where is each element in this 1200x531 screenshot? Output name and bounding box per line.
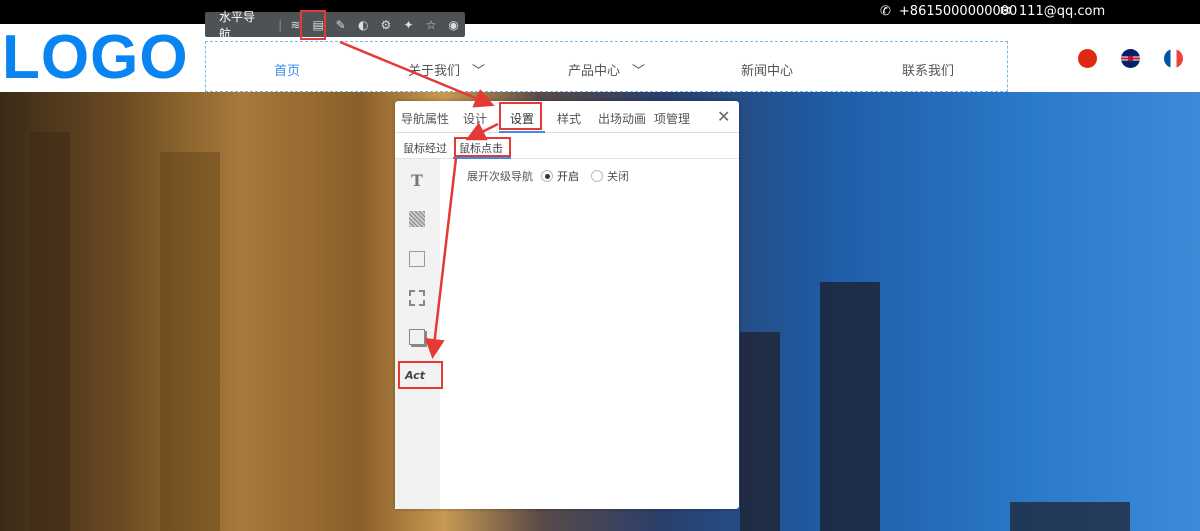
nav-label: 产品中心 (568, 64, 621, 79)
wrench-icon[interactable]: ✎ (329, 18, 352, 32)
background-icon[interactable] (409, 211, 425, 227)
email-contact: ✉ 111@qq.com (1000, 4, 1105, 19)
magic-icon[interactable]: ✦ (397, 18, 420, 32)
nav-item-products[interactable]: 产品中心 ﹀ (568, 60, 645, 79)
active-subtab-indicator (453, 157, 511, 159)
layout-icon[interactable] (409, 251, 425, 267)
border-icon[interactable] (409, 290, 425, 306)
flag-china-icon[interactable] (1078, 49, 1097, 68)
setting-label: 展开次级导航 (467, 170, 533, 183)
chevron-down-icon: ﹀ (472, 64, 486, 79)
tab-nav-properties[interactable]: 导航属性 (401, 110, 449, 127)
tab-style[interactable]: 样式 (557, 110, 581, 127)
text-icon[interactable]: T (409, 171, 425, 190)
gear-icon[interactable]: ⚙ (375, 18, 398, 32)
close-icon[interactable]: ✕ (717, 107, 730, 126)
expand-subnav-setting: 展开次级导航 开启 关闭 (467, 168, 629, 184)
toolbar-title: 水平导航 (219, 9, 256, 41)
nav-label: 首页 (274, 64, 301, 79)
active-tab-indicator (499, 131, 545, 133)
chevron-down-icon: ﹀ (632, 64, 646, 79)
highlight-settings-tab (499, 102, 542, 130)
tab-item-management[interactable]: 项管理 (654, 110, 690, 127)
radio-on[interactable] (541, 170, 553, 182)
palette-icon[interactable]: ◐ (352, 18, 375, 32)
panel-sidebar: T Act (395, 159, 440, 509)
nav-item-news[interactable]: 新闻中心 (741, 60, 793, 79)
radio-off[interactable] (591, 170, 603, 182)
radio-label: 关闭 (607, 170, 629, 183)
nav-label: 联系我们 (902, 64, 955, 79)
nav-item-about[interactable]: 关于我们 ﹀ (408, 60, 485, 79)
element-toolbar: 水平导航 | ≋ ▤ ✎ ◐ ⚙ ✦ ☆ ◉ (205, 10, 465, 41)
eye-icon[interactable]: ◉ (442, 18, 465, 32)
phone-contact: ✆ +8615000000000 (880, 4, 1017, 19)
subtab-mouse-hover[interactable]: 鼠标经过 (403, 140, 447, 156)
email-address: 111@qq.com (1018, 4, 1106, 19)
highlight-settings-icon (300, 10, 326, 40)
flag-uk-icon[interactable] (1121, 49, 1140, 68)
nav-label: 关于我们 (408, 64, 461, 79)
tab-design[interactable]: 设计 (463, 110, 487, 127)
nav-item-home[interactable]: 首页 (274, 60, 300, 79)
tab-entrance-animation[interactable]: 出场动画 (598, 110, 646, 127)
flag-france-icon[interactable] (1164, 49, 1183, 68)
settings-panel: 导航属性 设计 设置 样式 出场动画 项管理 ✕ 鼠标经过 鼠标点击 T Act… (395, 101, 739, 509)
highlight-click-subtab (454, 137, 511, 157)
panel-tabs: 导航属性 设计 设置 样式 出场动画 项管理 ✕ (395, 101, 739, 133)
highlight-act-tab (398, 361, 443, 389)
phone-icon: ✆ (880, 4, 891, 19)
nav-label: 新闻中心 (741, 64, 794, 79)
top-contact-bar: ✆ +8615000000000 ✉ 111@qq.com (0, 0, 1200, 24)
radio-label: 开启 (557, 170, 579, 183)
nav-item-contact[interactable]: 联系我们 (902, 60, 954, 79)
shadow-icon[interactable] (409, 329, 425, 345)
mail-icon: ✉ (1000, 4, 1011, 19)
logo[interactable]: LOGO (2, 24, 189, 92)
star-icon[interactable]: ☆ (420, 18, 443, 32)
panel-subtabs: 鼠标经过 鼠标点击 (395, 134, 739, 159)
